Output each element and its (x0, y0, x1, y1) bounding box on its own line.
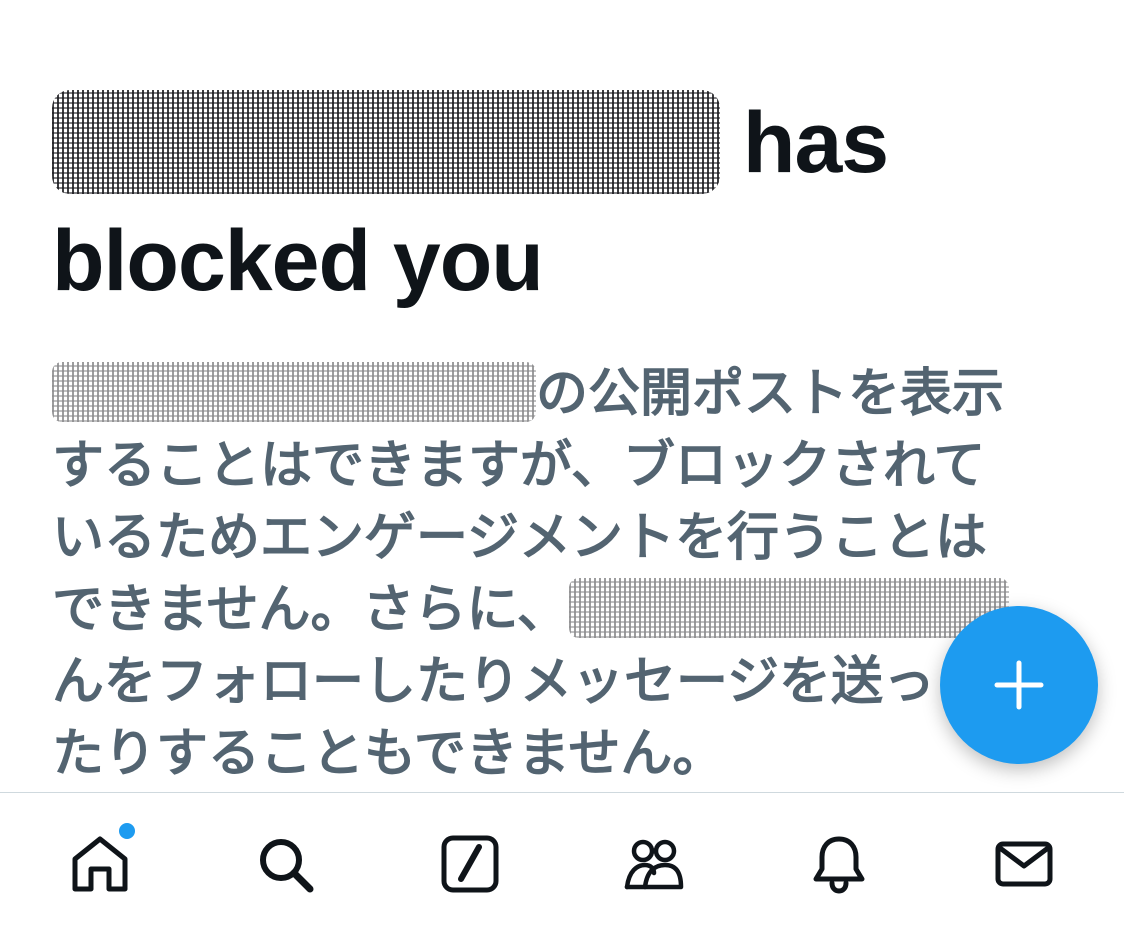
plus-icon (994, 660, 1044, 710)
body-line4: できません。さらに、 (52, 581, 569, 639)
tab-search[interactable] (230, 809, 340, 919)
tab-communities[interactable] (599, 809, 709, 919)
tab-home[interactable] (45, 809, 155, 919)
grok-icon (441, 835, 499, 892)
body-line2: することはできますが、ブロックされて (52, 437, 986, 495)
search-icon (259, 838, 314, 892)
redacted-username (52, 90, 720, 195)
blocked-explanation: の公開ポストを表示することはできますが、ブロックされて いるためエンゲージメントを… (52, 358, 1072, 790)
bottom-tab-bar (0, 792, 1124, 944)
body-line6: たりすることもできません。 (52, 725, 725, 783)
tab-notifications[interactable] (784, 809, 894, 919)
body-line3: いるためエンゲージメントを行うことは (52, 509, 987, 567)
headline-blocked-you: blocked you (52, 213, 544, 309)
messages-envelope-icon (995, 841, 1053, 886)
body-line1: の公開ポストを表示 (536, 365, 1005, 423)
home-icon (72, 836, 128, 891)
tab-grok[interactable] (415, 809, 525, 919)
notification-dot (119, 822, 136, 839)
blocked-headline: has blocked you (52, 84, 952, 320)
notifications-bell-icon (813, 836, 865, 894)
redacted-username-inline-2 (568, 578, 1009, 639)
headline-has: has (742, 95, 889, 191)
redacted-username-inline (52, 362, 536, 423)
tab-messages[interactable] (969, 809, 1079, 919)
body-line5: んをフォローしたりメッセージを送っ (52, 653, 935, 711)
compose-post-button[interactable] (940, 606, 1098, 764)
communities-icon (625, 839, 684, 889)
